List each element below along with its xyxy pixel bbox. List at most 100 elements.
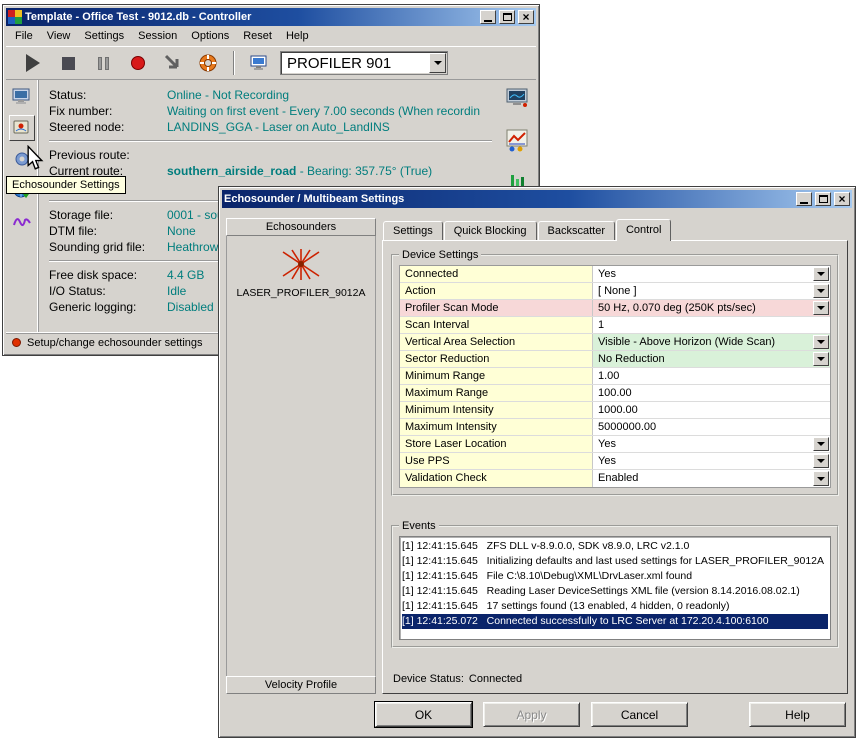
apply-button[interactable]: Apply (483, 702, 580, 727)
mouse-cursor (26, 145, 44, 174)
close-button[interactable]: × (834, 192, 850, 206)
logging-button[interactable] (9, 208, 35, 234)
alert-button[interactable] (193, 50, 223, 76)
menu-file[interactable]: File (8, 27, 40, 45)
events-group: Events [1] 12:41:15.645 ZFS DLL v-8.9.0.… (391, 520, 839, 648)
menu-view[interactable]: View (40, 27, 78, 45)
menubar: File View Settings Session Options Reset… (6, 26, 536, 46)
goto-arrow-icon (162, 53, 184, 73)
event-row-selected[interactable]: [1] 12:41:25.072 Connected successfully … (402, 614, 828, 629)
setting-row: Profiler Scan Mode50 Hz, 0.070 deg (250K… (400, 300, 830, 317)
device-item[interactable]: LASER_PROFILER_9012A (227, 248, 375, 299)
setting-row: Minimum Range1.00 (400, 368, 830, 385)
main-toolbar: PROFILER 901 (6, 46, 536, 80)
profile-selector[interactable]: PROFILER 901 (280, 51, 448, 75)
status-row: Previous route: (49, 147, 500, 163)
menu-session[interactable]: Session (131, 27, 184, 45)
echosounders-header[interactable]: Echosounders (226, 218, 376, 236)
ok-button[interactable]: OK (375, 702, 472, 727)
tab-quick-blocking[interactable]: Quick Blocking (444, 221, 537, 240)
play-icon (26, 54, 40, 72)
menu-help[interactable]: Help (279, 27, 316, 45)
laser-profiler-icon (278, 248, 324, 282)
dropdown-arrow-icon[interactable] (813, 471, 829, 486)
dropdown-arrow-icon[interactable] (813, 301, 829, 315)
sounder-display-icon (505, 86, 531, 110)
record-button[interactable] (123, 50, 153, 76)
event-row[interactable]: [1] 12:41:15.645 File C:\8.10\Debug\XML\… (402, 569, 828, 584)
setting-scan-interval[interactable]: 1 (593, 317, 830, 333)
menu-settings[interactable]: Settings (77, 27, 131, 45)
close-button[interactable]: × (518, 10, 534, 24)
computer-setup-button[interactable] (9, 84, 35, 110)
minimize-button[interactable] (796, 192, 812, 206)
tab-control[interactable]: Control (616, 219, 671, 241)
event-row[interactable]: [1] 12:41:15.645 Initializing defaults a… (402, 554, 828, 569)
cancel-button[interactable]: Cancel (591, 702, 688, 727)
setting-row: Validation CheckEnabled (400, 470, 830, 487)
play-button[interactable] (18, 50, 48, 76)
setting-action[interactable]: [ None ] (593, 283, 830, 299)
profile-selector-value: PROFILER 901 (287, 55, 391, 72)
pause-icon (98, 57, 109, 70)
device-settings-group: Device Settings ConnectedYes Action[ Non… (391, 249, 839, 496)
echosounder-settings-icon (11, 117, 33, 139)
setting-scan-mode[interactable]: 50 Hz, 0.070 deg (250K pts/sec) (593, 300, 830, 316)
echosounders-panel: Echosounders LASER_PROFILER_9012A Veloci… (226, 218, 376, 694)
help-button[interactable]: Help (749, 702, 846, 727)
display-setup-button[interactable] (245, 50, 275, 76)
event-row[interactable]: [1] 12:41:15.645 ZFS DLL v-8.9.0.0, SDK … (402, 539, 828, 554)
dropdown-arrow-icon[interactable] (813, 267, 829, 281)
dropdown-arrow-icon[interactable] (813, 437, 829, 451)
pause-button[interactable] (88, 50, 118, 76)
setting-sector-reduction[interactable]: No Reduction (593, 351, 830, 367)
setting-row: Maximum Range100.00 (400, 385, 830, 402)
replay-button[interactable] (505, 127, 531, 153)
event-row[interactable]: [1] 12:41:15.645 17 settings found (13 e… (402, 599, 828, 614)
stop-button[interactable] (53, 50, 83, 76)
display-icon (250, 53, 270, 73)
setting-min-range[interactable]: 1.00 (593, 368, 830, 384)
device-status: Device Status: Connected (391, 667, 839, 689)
record-icon (131, 56, 145, 70)
dropdown-arrow-icon[interactable] (813, 454, 829, 468)
dropdown-arrow-icon[interactable] (813, 352, 829, 366)
settings-title: Echosounder / Multibeam Settings (224, 193, 793, 205)
device-settings-grid: ConnectedYes Action[ None ] Profiler Sca… (399, 265, 831, 488)
setting-validation-check[interactable]: Enabled (593, 470, 830, 487)
settings-titlebar[interactable]: Echosounder / Multibeam Settings × (222, 190, 852, 208)
setting-max-intensity[interactable]: 5000000.00 (593, 419, 830, 435)
menu-options[interactable]: Options (184, 27, 236, 45)
velocity-profile-button[interactable]: Velocity Profile (226, 676, 376, 694)
controller-titlebar[interactable]: Template - Office Test - 9012.db - Contr… (6, 8, 536, 26)
statusbar-text: Setup/change echosounder settings (27, 337, 203, 349)
device-settings-legend: Device Settings (399, 249, 481, 261)
setting-use-pps[interactable]: Yes (593, 453, 830, 469)
events-legend: Events (399, 520, 439, 532)
signature-icon (11, 210, 33, 232)
events-list[interactable]: [1] 12:41:15.645 ZFS DLL v-8.9.0.0, SDK … (399, 536, 831, 640)
dropdown-arrow-icon[interactable] (813, 284, 829, 298)
maximize-button[interactable] (815, 192, 831, 206)
goto-button[interactable] (158, 50, 188, 76)
setting-vertical-area[interactable]: Visible - Above Horizon (Wide Scan) (593, 334, 830, 350)
status-row: Steered node:LANDINS_GGA - Laser on Auto… (49, 119, 500, 135)
profile-selector-dropdown[interactable] (429, 53, 446, 73)
setting-connected[interactable]: Yes (593, 266, 830, 282)
setting-min-intensity[interactable]: 1000.00 (593, 402, 830, 418)
tab-backscatter[interactable]: Backscatter (538, 221, 615, 240)
tab-settings[interactable]: Settings (383, 221, 443, 240)
sounder-display-button[interactable] (505, 85, 531, 111)
dropdown-arrow-icon[interactable] (813, 335, 829, 349)
menu-reset[interactable]: Reset (236, 27, 279, 45)
tabstrip: Settings Quick Blocking Backscatter Cont… (382, 218, 848, 240)
minimize-button[interactable] (480, 10, 496, 24)
status-row: Fix number:Waiting on first event - Ever… (49, 103, 500, 119)
setting-store-laser-location[interactable]: Yes (593, 436, 830, 452)
echosounder-list: LASER_PROFILER_9012A (226, 236, 376, 676)
echosounder-settings-button[interactable] (9, 115, 35, 141)
setting-max-range[interactable]: 100.00 (593, 385, 830, 401)
event-row[interactable]: [1] 12:41:15.645 Reading Laser DeviceSet… (402, 584, 828, 599)
red-status-icon (12, 338, 21, 347)
maximize-button[interactable] (499, 10, 515, 24)
